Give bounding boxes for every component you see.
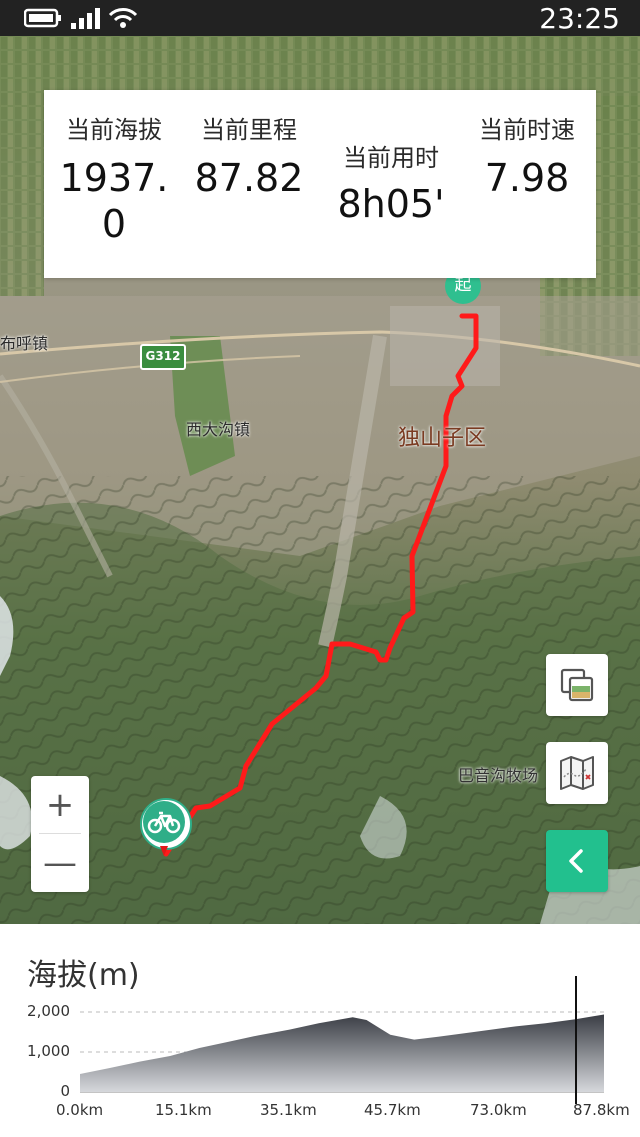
clock: 23:25 [539, 2, 620, 35]
layers-icon [560, 668, 594, 702]
chevron-left-icon [569, 849, 583, 873]
x-tick-label: 35.1km [260, 1101, 317, 1119]
altitude-label: 当前海拔 [66, 116, 162, 144]
signal-icon [70, 7, 100, 33]
zoom-control: + — [31, 776, 89, 892]
bike-icon[interactable] [140, 798, 192, 850]
place-label-bubu: 布呼镇 [0, 334, 49, 353]
distance-value: 87.82 [194, 156, 304, 200]
zoom-in-button[interactable]: + [31, 776, 89, 833]
layers-button[interactable] [546, 654, 608, 716]
speed-label: 当前时速 [479, 116, 575, 144]
stat-speed: 当前时速 7.98 [464, 110, 590, 201]
stats-panel: 当前海拔 1937.0 当前里程 87.82 当前用时 8h05' 当前时速 7… [44, 90, 596, 278]
x-tick-label: 0.0km [56, 1101, 104, 1119]
marker-tail-icon [160, 846, 168, 856]
zoom-out-button[interactable]: — [31, 834, 89, 891]
elevation-panel: 海拔(m) 2,000 1,000 0 0.0km 15.1km 35.1km … [0, 924, 640, 1137]
distance-label: 当前里程 [201, 116, 297, 144]
x-tick-label: 45.7km [364, 1101, 421, 1119]
x-tick-label: 73.0km [470, 1101, 527, 1119]
status-bar: 23:25 [0, 0, 640, 36]
speed-value: 7.98 [484, 156, 570, 200]
folded-map-icon [560, 756, 594, 790]
place-label-xidagou: 西大沟镇 [186, 420, 251, 439]
elevation-area [80, 1014, 604, 1092]
battery-icon [23, 8, 62, 32]
x-tick-label: 87.8km [573, 1101, 630, 1119]
place-label-bayin: 巴音沟牧场 [458, 766, 539, 785]
stat-time: 当前用时 8h05' [326, 138, 456, 227]
place-label-dushanzi: 独山子区 [398, 426, 487, 451]
wifi-icon [108, 7, 138, 33]
collapse-button[interactable] [546, 830, 608, 892]
time-value: 8h05' [337, 182, 445, 226]
time-label: 当前用时 [343, 144, 439, 172]
altitude-value: 1937.0 [59, 156, 169, 246]
road-shield-g312: G312 [140, 344, 186, 370]
map-type-button[interactable] [546, 742, 608, 804]
x-tick-label: 15.1km [155, 1101, 212, 1119]
stat-altitude: 当前海拔 1937.0 [52, 110, 176, 247]
stat-distance: 当前里程 87.82 [184, 110, 314, 201]
